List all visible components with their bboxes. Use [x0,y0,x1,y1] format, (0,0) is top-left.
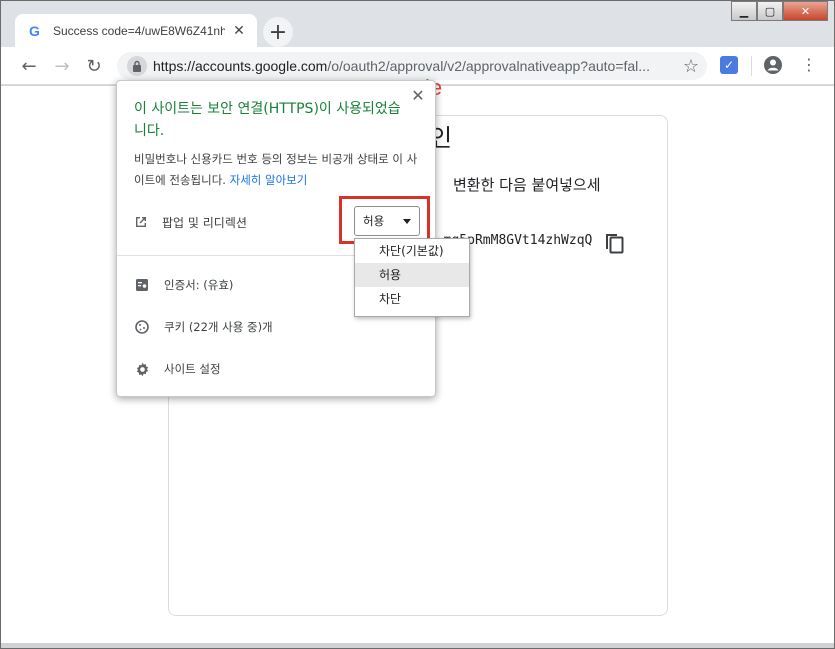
site-settings-row[interactable]: 사이트 설정 [134,358,221,380]
tab-title: Success code=4/uwE8W6Z41nh [53,24,225,38]
certificate-row[interactable]: 인증서: (유효) [134,274,233,296]
url-host: https://accounts.google.com [153,58,328,74]
google-favicon-icon: G [29,23,40,39]
dropdown-option-block[interactable]: 차단 [355,287,469,311]
dropdown-option-block-default[interactable]: 차단(기본값) [355,239,469,263]
lock-glyph [133,60,141,72]
dropdown-option-allow[interactable]: 허용 [355,263,469,287]
minimize-button[interactable]: ▁ [731,1,757,21]
copy-glyph [606,234,624,254]
extension-icon[interactable]: ✓ [720,56,738,74]
title-bar: ▁ ▢ ✕ G Success code=4/uwE8W6Z41nh ✕ + [1,1,834,48]
connection-secure-title: 이 사이트는 보안 연결(HTTPS)이 사용되었습니다. [134,101,401,139]
window-controls: ▁ ▢ ✕ [731,1,828,21]
gear-icon [134,361,150,377]
popup-permission-dropdown: 차단(기본값) 허용 차단 [354,238,470,317]
open-in-new-icon [136,217,146,227]
copy-icon[interactable] [603,231,625,255]
bookmark-star-icon[interactable]: ☆ [683,56,699,77]
profile-icon[interactable] [763,55,783,75]
maximize-button[interactable]: ▢ [757,1,783,21]
highlight-annotation-box [339,196,430,244]
cookies-row[interactable]: 쿠키 (22개 사용 중)개 [134,316,273,338]
certificate-label: 인증서: (유효) [164,278,234,292]
cookies-label: 쿠키 (22개 사용 중)개 [164,320,273,334]
site-settings-label: 사이트 설정 [164,362,221,376]
connection-description: 비밀번호나 신용카드 번호 등의 정보는 비공개 상태로 이 사이트에 전송됩니… [134,149,424,191]
browser-tab[interactable]: G Success code=4/uwE8W6Z41nh ✕ [15,14,257,48]
menu-kebab-icon[interactable]: ⋮ [801,55,817,75]
address-bar[interactable]: https://accounts.google.com/o/oauth2/app… [117,52,707,80]
url-path: /o/oauth2/approval/v2/approvalnativeapp?… [327,58,650,74]
toolbar-divider [751,56,752,76]
forward-button[interactable]: → [50,54,74,78]
reload-button[interactable]: ↻ [82,54,106,78]
back-button[interactable]: ← [17,54,41,78]
tab-close-icon[interactable]: ✕ [231,23,247,39]
profile-glyph [764,56,782,74]
cookie-icon [134,319,150,335]
new-tab-button[interactable]: + [263,17,293,47]
window-close-button[interactable]: ✕ [783,1,828,21]
url-text[interactable]: https://accounts.google.com/o/oauth2/app… [153,58,673,74]
certificate-icon [134,277,150,293]
copy-instruction: 변환한 다음 붙여넣으세 [453,176,601,194]
lock-icon[interactable] [127,56,147,76]
learn-more-link[interactable]: 자세히 알아보기 [230,173,308,187]
